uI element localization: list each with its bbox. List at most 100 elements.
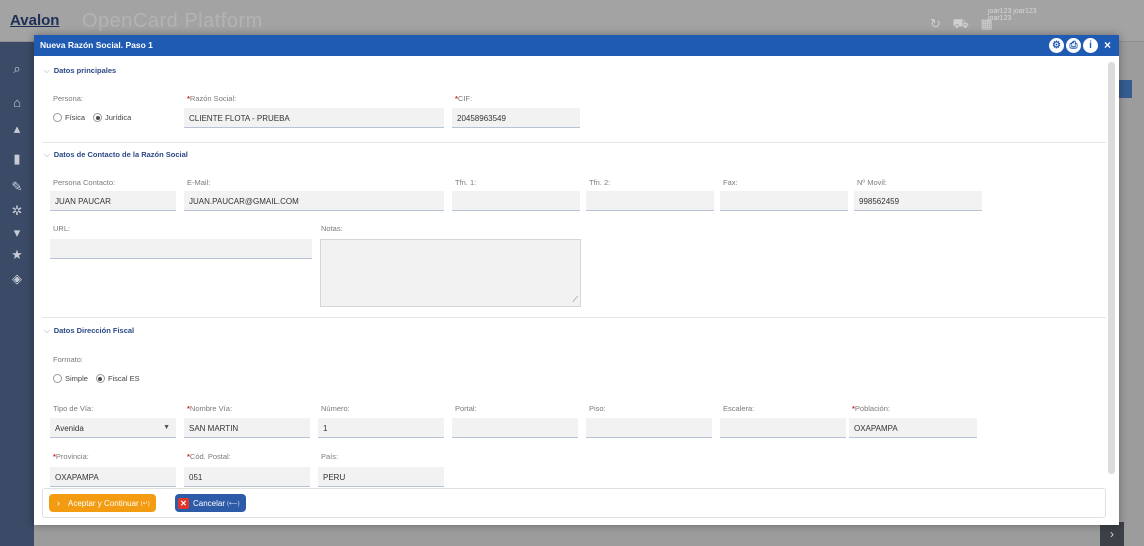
tfn1-input[interactable]: [452, 191, 580, 211]
user-sub: joar123: [988, 15, 1012, 22]
escalera-input[interactable]: [720, 418, 846, 438]
divider: [42, 142, 1106, 143]
radio-fiscal-es-label: Fiscal ES: [107, 374, 140, 383]
formato-label: Formato:: [53, 355, 84, 364]
search-icon: ⌕: [13, 61, 21, 76]
chevron-down-icon: ⌵: [44, 66, 50, 75]
movil-input[interactable]: 998562459: [854, 191, 982, 211]
radio-fisica-label: Física: [65, 113, 86, 122]
numero-label: Número:: [321, 404, 350, 413]
cif-input[interactable]: 20458963549: [452, 108, 580, 128]
tag-icon: ◈: [12, 271, 22, 286]
poblacion-label: *Población:: [852, 404, 890, 413]
cancel-button[interactable]: ✕ Cancelar (⟵): [175, 494, 246, 512]
chart-icon: ▮: [13, 151, 21, 166]
piso-input[interactable]: [586, 418, 712, 438]
persona-contacto-input[interactable]: JUAN PAUCAR: [50, 191, 176, 211]
dialog-header-buttons: ⚙ ⎙ i ×: [1049, 38, 1115, 53]
fax-input[interactable]: [720, 191, 848, 211]
pais-label: País:: [321, 452, 339, 461]
portal-input[interactable]: [452, 418, 578, 438]
dialog-header: Nueva Razón Social. Paso 1 ⚙ ⎙ i ×: [34, 35, 1119, 56]
piso-label: Piso:: [589, 404, 606, 413]
radio-simple[interactable]: [53, 374, 62, 383]
wrench-icon: ✎: [11, 179, 23, 194]
dialog-body[interactable]: ⌵ Datos principales Persona: Física Juríd…: [34, 56, 1119, 488]
chevron-down-icon: ▾: [13, 225, 21, 240]
notas-textarea[interactable]: ⟋: [320, 239, 581, 307]
poblacion-input[interactable]: OXAPAMPA: [849, 418, 977, 438]
radio-simple-label: Simple: [65, 374, 88, 383]
radio-fiscal-es[interactable]: [95, 374, 105, 383]
chevron-down-icon: ⌵: [44, 326, 50, 335]
app-sidebar: ⌕ ⌂ ▴ ▮ ✎ ✲ ▾ ★ ◈: [0, 42, 34, 546]
star-icon: ★: [11, 247, 23, 262]
divider: [42, 317, 1106, 318]
platform-name: OpenCard Platform: [82, 10, 263, 32]
cod-postal-input[interactable]: 051: [184, 467, 310, 487]
resize-grip-icon[interactable]: ⟋: [572, 295, 578, 305]
url-label: URL:: [53, 224, 71, 233]
user-name: joar123 joar123: [988, 8, 1037, 15]
provincia-label: *Provincia:: [53, 452, 89, 461]
razon-social-input[interactable]: CLIENTE FLOTA - PRUEBA: [184, 108, 444, 128]
persona-label: Persona:: [53, 94, 84, 103]
print-icon[interactable]: ⎙: [1066, 38, 1081, 53]
accept-label: Aceptar y Continuar: [68, 498, 139, 508]
radio-juridica[interactable]: [93, 113, 103, 122]
section-title: Datos Dirección Fiscal: [53, 326, 135, 335]
pais-input[interactable]: PERU: [318, 467, 444, 487]
new-company-dialog: Nueva Razón Social. Paso 1 ⚙ ⎙ i × ⌵ Dato…: [34, 35, 1119, 525]
tfn2-label: Tfn. 2:: [589, 178, 611, 187]
nombre-via-label: *Nombre Vía:: [187, 404, 233, 413]
email-input[interactable]: JUAN.PAUCAR@GMAIL.COM: [184, 191, 444, 211]
dialog-title: Nueva Razón Social. Paso 1: [40, 40, 153, 50]
logo-small-icon: ▴: [13, 121, 21, 136]
section-datos-principales[interactable]: ⌵ Datos principales: [44, 66, 116, 76]
chevron-down-icon: ⌵: [44, 150, 50, 159]
email-label: E-Mail:: [187, 178, 211, 187]
info-icon[interactable]: i: [1083, 38, 1098, 53]
cancel-label: Cancelar: [193, 498, 226, 508]
url-input[interactable]: [50, 239, 312, 259]
close-icon[interactable]: ×: [1100, 38, 1115, 53]
home-icon: ⌂: [13, 95, 21, 110]
section-direccion-fiscal[interactable]: ⌵ Datos Dirección Fiscal: [44, 326, 134, 336]
formato-radio-group: Simple Fiscal ES: [53, 374, 148, 383]
razon-social-label: *Razón Social:: [187, 94, 237, 103]
cod-postal-label: *Cód. Postal:: [187, 452, 231, 461]
tipo-via-value: Avenida: [55, 424, 84, 433]
provincia-input[interactable]: OXAPAMPA: [50, 467, 176, 487]
accept-shortcut: (↵): [140, 500, 150, 507]
tfn2-input[interactable]: [586, 191, 714, 211]
persona-contacto-label: Persona Contacto:: [53, 178, 116, 187]
section-datos-contacto[interactable]: ⌵ Datos de Contacto de la Razón Social: [44, 150, 188, 160]
dialog-scrollbar[interactable]: [1108, 62, 1115, 474]
cif-label: *CIF:: [455, 94, 473, 103]
notas-label: Notas:: [321, 224, 343, 233]
tfn1-label: Tfn. 1:: [455, 178, 477, 187]
radio-juridica-label: Jurídica: [105, 113, 132, 122]
escalera-label: Escalera:: [723, 404, 755, 413]
persona-radio-group: Física Jurídica: [53, 113, 139, 122]
tipo-via-select[interactable]: Avenida ▼: [50, 418, 176, 438]
fax-label: Fax:: [723, 178, 738, 187]
cancel-shortcut: (⟵): [227, 500, 240, 507]
portal-label: Portal:: [455, 404, 477, 413]
app-logo: Avalon: [10, 12, 60, 29]
expand-arrow-icon: ›: [1100, 522, 1124, 546]
section-title: Datos de Contacto de la Razón Social: [53, 150, 188, 159]
close-icon: ✕: [178, 497, 189, 509]
gear-icon: ✲: [11, 203, 23, 218]
accept-continue-button[interactable]: › Aceptar y Continuar (↵): [49, 494, 156, 512]
topbar-icons: ↻ ⛟ ▦: [930, 16, 997, 31]
section-title: Datos principales: [53, 66, 117, 75]
settings-icon[interactable]: ⚙: [1049, 38, 1064, 53]
nombre-via-input[interactable]: SAN MARTIN: [184, 418, 310, 438]
radio-fisica[interactable]: [53, 113, 62, 122]
chevron-down-icon: ▼: [163, 424, 170, 431]
numero-input[interactable]: 1: [318, 418, 444, 438]
user-info: joar123 joar123 joar123: [988, 8, 1037, 22]
movil-label: Nº Movil:: [857, 178, 887, 187]
chevron-right-icon: ›: [57, 497, 60, 508]
